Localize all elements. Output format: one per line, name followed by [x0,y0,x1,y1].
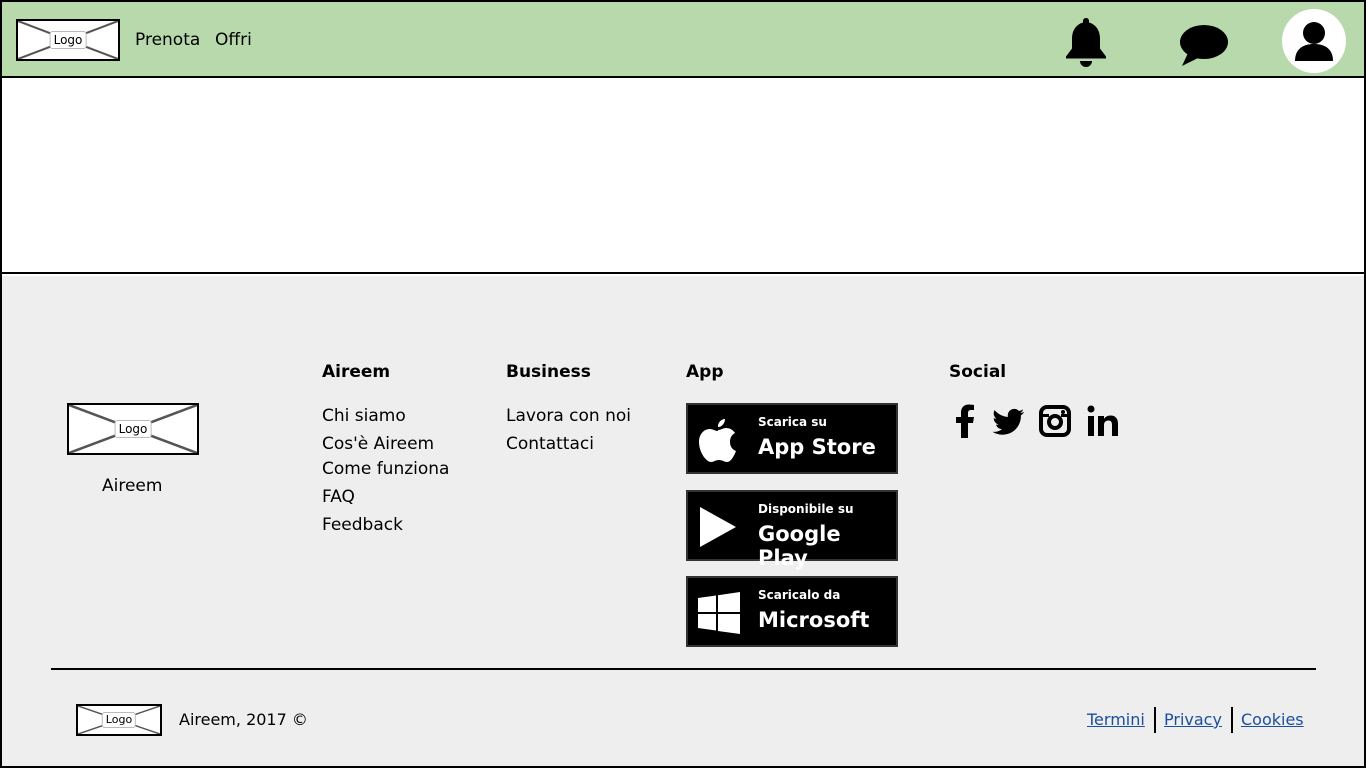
footer-link-contattaci[interactable]: Contattaci [506,434,594,454]
footer-col-app-title: App [686,362,724,382]
header-logo[interactable]: Logo [16,19,120,61]
footer-link-lavora-con-noi[interactable]: Lavora con noi [506,406,631,426]
badge-small-text: Scaricalo da [758,588,841,602]
play-icon [700,507,736,547]
footer-link-cos-e-aireem[interactable]: Cos'è Aireem [322,434,434,454]
bell-icon[interactable] [1062,16,1110,68]
top-navbar: Logo Prenota Offri [2,2,1364,78]
footer-col-business-title: Business [506,362,591,382]
windows-icon [698,592,740,634]
nav-prenota-link[interactable]: Prenota [135,30,200,50]
footer-logo[interactable]: Logo [67,403,199,455]
footer-link-feedback[interactable]: Feedback [322,515,403,535]
footer: Logo Aireem Aireem Chi siamo Cos'è Airee… [2,276,1364,766]
footer-col-social-title: Social [949,362,1007,382]
termini-link[interactable]: Termini [1087,710,1145,729]
footer-link-chi-siamo[interactable]: Chi siamo [322,406,406,426]
badge-big-text: Google Play [758,522,841,570]
footer-link-faq[interactable]: FAQ [322,487,355,507]
badge-big-text: App Store [758,435,876,459]
footer-divider [51,668,1316,670]
twitter-icon[interactable] [991,404,1025,438]
main-content [2,78,1364,274]
footer-bottom-logo[interactable]: Logo [76,704,162,736]
link-separator [1154,707,1156,733]
nav-offri-link[interactable]: Offri [215,30,252,50]
logo-label: Logo [101,712,137,728]
user-avatar[interactable] [1282,9,1346,73]
cookies-link[interactable]: Cookies [1241,710,1304,729]
footer-brand-name: Aireem [102,476,163,496]
badge-small-text: Disponibile su [758,502,854,516]
copyright-text: Aireem, 2017 © [179,710,308,729]
microsoft-badge[interactable]: Scaricalo da Microsoft [686,576,898,647]
logo-label: Logo [49,31,87,49]
apple-icon [699,419,736,462]
chat-icon[interactable] [1178,22,1230,68]
app-store-badge[interactable]: Scarica su App Store [686,403,898,474]
badge-small-text: Scarica su [758,415,827,429]
instagram-icon[interactable] [1038,404,1072,438]
linkedin-icon[interactable] [1086,404,1120,438]
user-icon [1295,22,1333,61]
footer-col-aireem-title: Aireem [322,362,391,382]
google-play-badge[interactable]: Disponibile su Google Play [686,490,898,570]
badge-big-text: Microsoft [758,608,870,632]
facebook-icon[interactable] [955,404,975,438]
logo-label: Logo [114,420,152,438]
footer-link-come-funziona[interactable]: Come funziona [322,459,449,479]
link-separator [1231,707,1233,733]
privacy-link[interactable]: Privacy [1164,710,1222,729]
